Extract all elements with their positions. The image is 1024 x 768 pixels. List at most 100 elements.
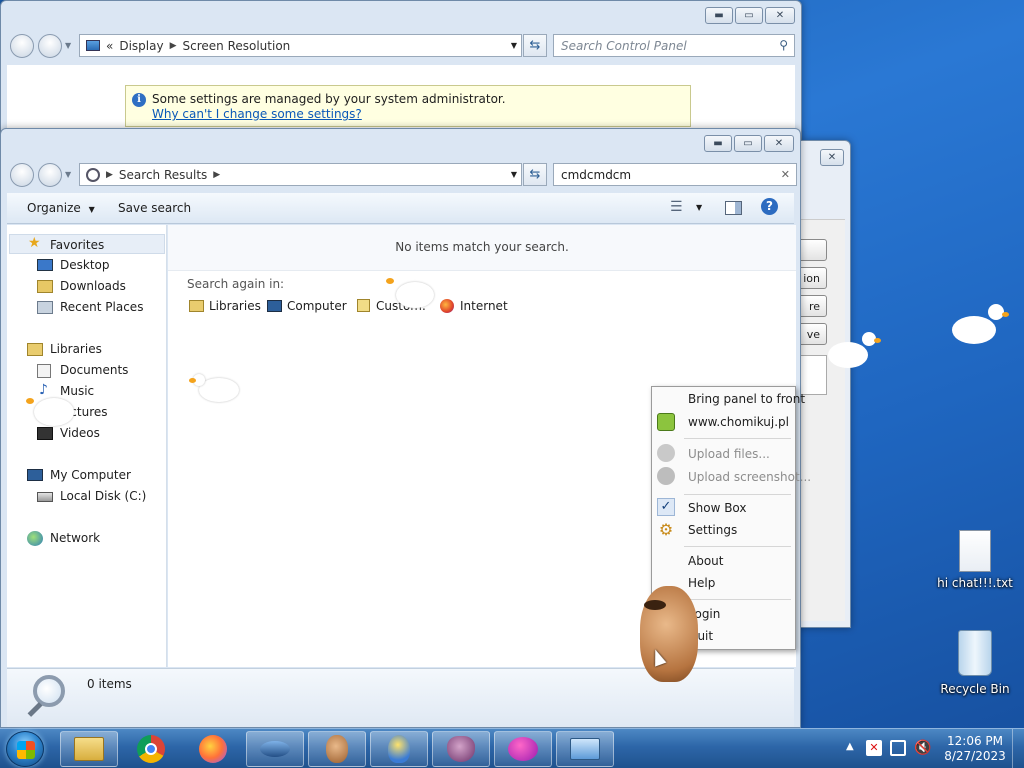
hamster-face (644, 600, 666, 610)
chevron-down-icon[interactable]: ▼ (511, 170, 517, 179)
breadcrumb-prefix: « (106, 38, 114, 53)
firefox-icon (440, 299, 454, 313)
search-icon[interactable]: ⚲ (779, 38, 788, 52)
explorer-address-bar[interactable]: ▶ Search Results ▶ ▼ (79, 163, 522, 186)
menu-separator (684, 438, 791, 439)
view-options-icon[interactable]: ☰ (670, 199, 683, 215)
search-again-libraries[interactable]: Libraries (189, 299, 261, 313)
text-file-icon (959, 530, 991, 572)
nav-favorites-label: Favorites (50, 238, 105, 252)
volume-muted-icon[interactable]: 🔇 (914, 740, 931, 756)
taskbar-control-panel[interactable] (556, 731, 614, 767)
text-file-label: hi chat!!!.txt (937, 576, 1013, 590)
info-icon: i (132, 93, 146, 107)
hamster-mascot[interactable] (630, 578, 702, 684)
taskbar-hat-app[interactable] (494, 731, 552, 767)
search-again-internet[interactable]: Internet (440, 299, 508, 313)
chevron-down-icon[interactable]: ▼ (696, 203, 702, 212)
home-icon (657, 413, 675, 431)
goose-icon (826, 330, 882, 378)
address-bar[interactable]: « Display ▶ Screen Resolution ▼ (79, 34, 522, 57)
ufo-icon (260, 741, 290, 757)
explorer-back-button[interactable] (10, 163, 34, 187)
refresh-button[interactable]: ⇆ (523, 34, 547, 57)
goose-icon (189, 372, 243, 408)
explorer-close-button[interactable]: ✕ (764, 135, 794, 152)
search-again-computer-label: Computer (287, 299, 347, 313)
item-count: 0 items (87, 677, 132, 691)
info-link[interactable]: Why can't I change some settings? (152, 107, 362, 121)
save-search-button[interactable]: Save search (118, 201, 191, 215)
chevron-down-icon[interactable]: ▼ (511, 41, 517, 50)
action-center-icon[interactable]: ✕ (866, 740, 882, 756)
taskbar-ufo-app[interactable] (246, 731, 304, 767)
explorer-minimize-button[interactable]: ▬ (704, 135, 732, 152)
search-again-internet-label: Internet (460, 299, 508, 313)
goose-icon (950, 302, 1010, 352)
taskbar-chrome[interactable] (122, 731, 180, 767)
explorer-recent-pages-icon[interactable]: ▼ (65, 170, 71, 179)
explorer-search-input[interactable]: cmdcmdcm ✕ (553, 163, 797, 186)
nav-my-computer-label: My Computer (50, 468, 131, 482)
explorer-refresh-button[interactable]: ⇆ (523, 163, 547, 186)
bird-icon (388, 735, 410, 763)
desktop-icon-text-file[interactable]: hi chat!!!.txt (935, 530, 1015, 590)
magnifier-handle-icon (27, 702, 43, 717)
menu-upload-files[interactable]: Upload files... (688, 447, 770, 461)
chrome-icon (137, 735, 165, 763)
checkmark-icon: ✓ (657, 498, 675, 516)
preview-pane-icon[interactable] (725, 201, 742, 215)
star-icon: ★ (28, 235, 41, 251)
info-bar: i Some settings are managed by your syst… (125, 85, 691, 127)
recent-pages-icon[interactable]: ▼ (65, 41, 71, 50)
search-value: cmdcmdcm (561, 167, 632, 182)
system-clock[interactable]: 12:06 PM 8/27/2023 (940, 734, 1010, 764)
menu-separator (684, 546, 791, 547)
menu-settings[interactable]: Settings (688, 523, 737, 537)
control-panel-icon (86, 40, 100, 51)
navigation-pane: ★ Favorites Desktop Downloads Recent Pla… (7, 225, 167, 667)
menu-upload-screenshot[interactable]: Upload screenshot... (688, 470, 811, 484)
show-desktop-button[interactable] (1012, 729, 1024, 768)
nav-favorites[interactable]: ★ Favorites (9, 234, 165, 254)
empty-banner: No items match your search. (168, 225, 796, 271)
minimize-button[interactable]: ▬ (705, 7, 733, 24)
close-button[interactable]: ✕ (765, 7, 795, 24)
forward-button[interactable] (38, 34, 62, 58)
menu-show-box[interactable]: Show Box (688, 501, 747, 515)
search-control-panel-input[interactable]: Search Control Panel ⚲ (553, 34, 795, 57)
taskbar-hamster-app[interactable] (308, 731, 366, 767)
clear-search-icon[interactable]: ✕ (781, 168, 790, 181)
search-again-computer[interactable]: Computer (267, 299, 347, 313)
screen-resolution-window: ▬ ▭ ✕ ▼ « Display ▶ Screen Resolution ▼ … (0, 0, 802, 140)
breadcrumb-display[interactable]: Display (119, 39, 163, 53)
libraries-icon (189, 300, 204, 312)
taskbar-explorer[interactable] (60, 731, 118, 767)
desktop-icon-recycle-bin[interactable]: Recycle Bin (935, 630, 1015, 696)
chevron-right-icon: ▶ (106, 169, 113, 180)
taskbar-bag-app[interactable] (432, 731, 490, 767)
show-hidden-icons-icon[interactable]: ▲ (846, 741, 854, 752)
control-panel-icon (570, 738, 600, 760)
help-icon[interactable]: ? (761, 198, 778, 215)
side-button-2-label: ion (803, 272, 820, 285)
network-status-icon[interactable] (890, 740, 906, 756)
taskbar-firefox[interactable] (184, 731, 242, 767)
taskbar-bird-app[interactable] (370, 731, 428, 767)
side-button-3-label: re (808, 300, 820, 313)
start-button[interactable] (6, 731, 44, 767)
menu-about[interactable]: About (688, 554, 723, 568)
chevron-right-icon: ▶ (213, 169, 221, 180)
firefox-icon (199, 735, 227, 763)
breadcrumb-search-results[interactable]: Search Results (119, 168, 207, 182)
maximize-button[interactable]: ▭ (735, 7, 763, 24)
breadcrumb-screen-resolution[interactable]: Screen Resolution (183, 39, 291, 53)
menu-chomikuj-link[interactable]: www.chomikuj.pl (688, 415, 789, 429)
organize-button[interactable]: Organize ▼ (27, 201, 95, 215)
windows-logo-icon (17, 741, 35, 759)
explorer-forward-button[interactable] (38, 163, 62, 187)
side-close-button[interactable]: ✕ (820, 149, 844, 166)
back-button[interactable] (10, 34, 34, 58)
menu-bring-panel-to-front[interactable]: Bring panel to front (688, 392, 805, 406)
explorer-maximize-button[interactable]: ▭ (734, 135, 762, 152)
